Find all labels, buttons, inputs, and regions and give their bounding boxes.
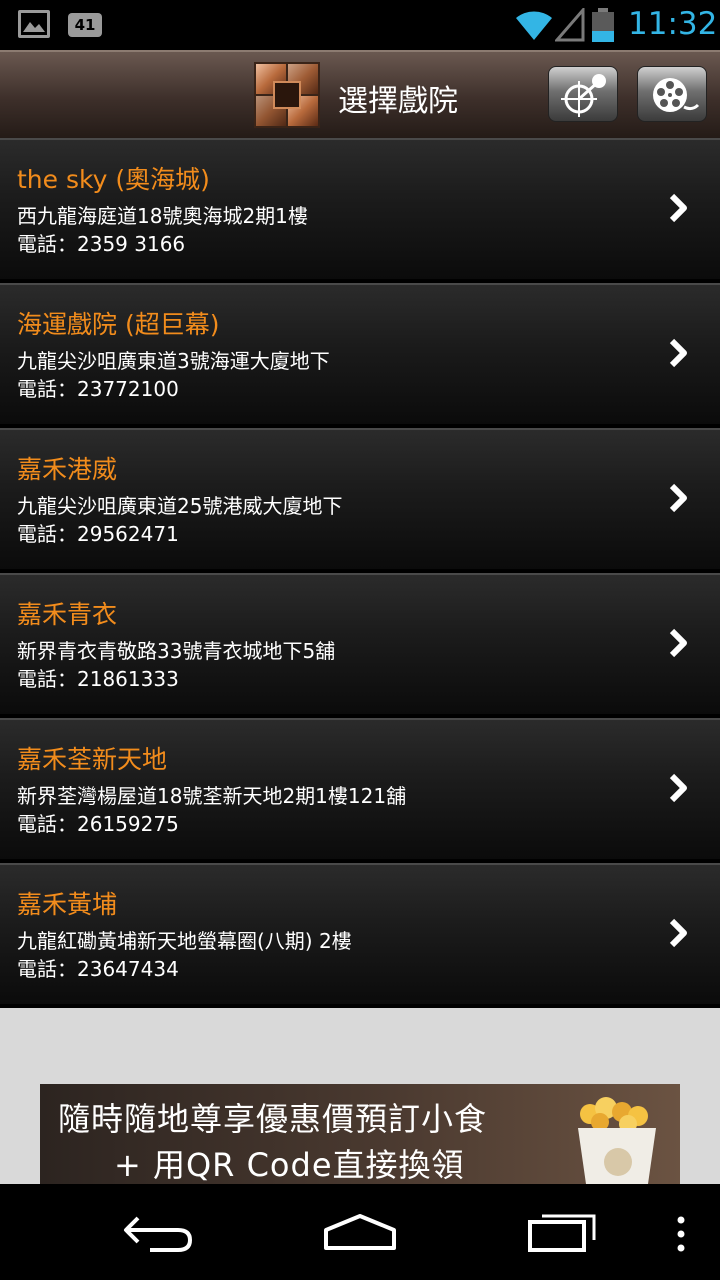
overflow-menu-icon[interactable] — [674, 1216, 688, 1252]
notification-count-badge: 41 — [68, 13, 102, 37]
cinema-phone: 電話：2359 3166 — [17, 232, 186, 256]
film-reel-icon — [653, 78, 700, 112]
battery-icon — [592, 8, 614, 42]
chevron-right-icon — [669, 193, 687, 223]
cinema-list-item[interactable]: 嘉禾青衣 新界青衣青敬路33號青衣城地下5舖 電話：21861333 — [0, 573, 720, 718]
chevron-right-icon — [669, 628, 687, 658]
app-logo-icon — [254, 62, 320, 128]
clock: 11:32 — [628, 6, 718, 42]
gallery-notification-icon — [18, 10, 50, 38]
cinema-name: the sky (奧海城) — [17, 165, 210, 194]
cinema-name: 嘉禾青衣 — [17, 600, 118, 629]
cinema-address: 新界荃灣楊屋道18號荃新天地2期1樓121舖 — [17, 784, 407, 808]
cinema-list-item[interactable]: the sky (奧海城) 西九龍海庭道18號奧海城2期1樓 電話：2359 3… — [0, 138, 720, 283]
cinema-phone: 電話：23647434 — [17, 957, 179, 981]
snack-promo-banner[interactable]: 隨時隨地尊享優惠價預訂小食 + 用QR Code直接換領 — [40, 1084, 680, 1184]
cinema-phone: 電話：29562471 — [17, 522, 179, 546]
banner-line-2: + 用QR Code直接換領 — [114, 1146, 465, 1184]
cinema-address: 新界青衣青敬路33號青衣城地下5舖 — [17, 639, 336, 663]
cinema-list-item[interactable]: 嘉禾荃新天地 新界荃灣楊屋道18號荃新天地2期1樓121舖 電話：2615927… — [0, 718, 720, 863]
cinema-list: the sky (奧海城) 西九龍海庭道18號奧海城2期1樓 電話：2359 3… — [0, 138, 720, 1008]
popcorn-icon — [578, 1097, 656, 1184]
back-icon[interactable] — [120, 1210, 196, 1256]
cinema-phone: 電話：26159275 — [17, 812, 179, 836]
chevron-right-icon — [669, 338, 687, 368]
cinema-list-item[interactable]: 嘉禾黃埔 九龍紅磡黃埔新天地螢幕圈(八期) 2樓 電話：23647434 — [0, 863, 720, 1008]
cinema-name: 嘉禾黃埔 — [17, 890, 118, 919]
chevron-right-icon — [669, 483, 687, 513]
map-pin-icon — [561, 74, 606, 117]
app-header: 選擇戲院 — [0, 50, 720, 138]
cinema-address: 九龍紅磡黃埔新天地螢幕圈(八期) 2樓 — [17, 929, 352, 953]
cinema-phone: 電話：23772100 — [17, 377, 179, 401]
page-title: 選擇戲院 — [338, 84, 458, 119]
cinema-phone: 電話：21861333 — [17, 667, 179, 691]
cinema-list-item[interactable]: 海運戲院 (超巨幕) 九龍尖沙咀廣東道3號海運大廈地下 電話：23772100 — [0, 283, 720, 428]
recent-apps-icon[interactable] — [526, 1204, 602, 1254]
cinema-name: 嘉禾荃新天地 — [17, 745, 168, 774]
system-nav-bar — [0, 1184, 720, 1280]
cinema-list-item[interactable]: 嘉禾港威 九龍尖沙咀廣東道25號港威大廈地下 電話：29562471 — [0, 428, 720, 573]
chevron-right-icon — [669, 773, 687, 803]
wifi-icon — [516, 11, 552, 40]
cinema-name: 海運戲院 (超巨幕) — [17, 310, 220, 339]
map-button[interactable] — [548, 66, 618, 122]
chevron-right-icon — [669, 918, 687, 948]
home-icon[interactable] — [320, 1210, 400, 1254]
cell-signal-icon — [555, 8, 585, 42]
cinema-name: 嘉禾港威 — [17, 455, 118, 484]
cinema-address: 九龍尖沙咀廣東道3號海運大廈地下 — [17, 349, 330, 373]
cinema-address: 九龍尖沙咀廣東道25號港威大廈地下 — [17, 494, 343, 518]
banner-line-1: 隨時隨地尊享優惠價預訂小食 — [58, 1100, 488, 1138]
cinema-address: 西九龍海庭道18號奧海城2期1樓 — [17, 204, 308, 228]
status-bar: 41 11:32 — [0, 0, 720, 50]
film-button[interactable] — [637, 66, 707, 122]
